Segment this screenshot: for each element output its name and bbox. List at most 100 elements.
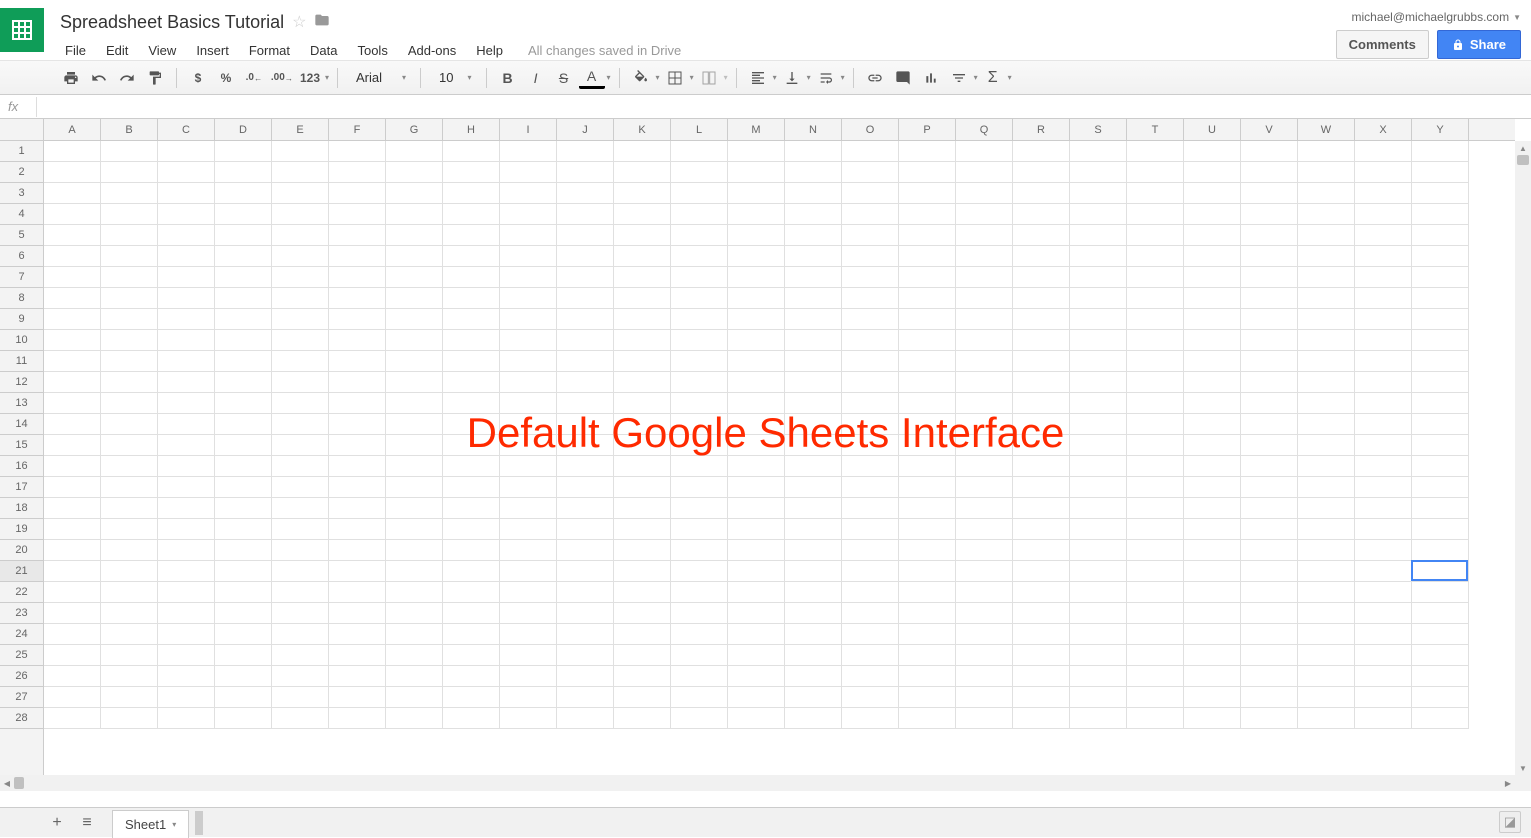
cell[interactable] [500,456,557,477]
column-header[interactable]: D [215,119,272,140]
row-header[interactable]: 28 [0,708,43,729]
cell[interactable] [386,288,443,309]
cell[interactable] [1241,267,1298,288]
cell[interactable] [386,666,443,687]
cell[interactable] [557,561,614,582]
cell[interactable] [101,456,158,477]
formula-input[interactable] [36,97,1523,117]
cell[interactable] [1241,582,1298,603]
user-account[interactable]: michael@michaelgrubbs.com ▼ [1352,10,1522,24]
cell[interactable] [215,183,272,204]
cell[interactable] [785,645,842,666]
menu-file[interactable]: File [56,39,95,62]
column-header[interactable]: W [1298,119,1355,140]
cell[interactable] [443,141,500,162]
cell[interactable] [1013,624,1070,645]
cell[interactable] [785,372,842,393]
cell[interactable] [386,330,443,351]
cell[interactable] [671,666,728,687]
cell[interactable] [1241,246,1298,267]
cell[interactable] [614,498,671,519]
cell[interactable] [1127,519,1184,540]
cell[interactable] [557,540,614,561]
cell[interactable] [785,393,842,414]
menu-format[interactable]: Format [240,39,299,62]
cell[interactable] [1070,477,1127,498]
cell[interactable] [1070,498,1127,519]
column-header[interactable]: F [329,119,386,140]
cell[interactable] [158,498,215,519]
cell[interactable] [785,267,842,288]
cell[interactable] [728,162,785,183]
cell[interactable] [785,540,842,561]
cell[interactable] [1184,414,1241,435]
cell[interactable] [272,162,329,183]
cell[interactable] [842,162,899,183]
cell[interactable] [614,561,671,582]
cell[interactable] [671,162,728,183]
cell[interactable] [614,456,671,477]
cell[interactable] [272,603,329,624]
cell[interactable] [1298,477,1355,498]
cell[interactable] [386,309,443,330]
column-header[interactable]: U [1184,119,1241,140]
select-all-corner[interactable] [0,119,44,141]
row-header[interactable]: 16 [0,456,43,477]
cell[interactable] [500,666,557,687]
cell[interactable] [1241,540,1298,561]
cell[interactable] [1013,687,1070,708]
cell[interactable] [1412,309,1469,330]
cell[interactable] [158,372,215,393]
cell[interactable] [671,183,728,204]
cell[interactable] [1355,351,1412,372]
row-header[interactable]: 8 [0,288,43,309]
cell[interactable] [1184,288,1241,309]
cell[interactable] [386,687,443,708]
cell[interactable] [1070,687,1127,708]
cell[interactable] [500,141,557,162]
cell[interactable] [1127,708,1184,729]
cell[interactable] [101,204,158,225]
cell[interactable] [215,603,272,624]
menu-tools[interactable]: Tools [348,39,396,62]
cell[interactable] [329,477,386,498]
cell[interactable] [1184,477,1241,498]
cell[interactable] [158,645,215,666]
row-header[interactable]: 27 [0,687,43,708]
format-currency[interactable]: $ [185,65,211,91]
cell[interactable] [443,183,500,204]
cell[interactable] [101,246,158,267]
cell[interactable] [1412,267,1469,288]
horizontal-scrollbar[interactable]: ◀ ▶ [0,775,1515,791]
cell[interactable] [1412,414,1469,435]
cell[interactable] [1355,582,1412,603]
cell[interactable] [671,372,728,393]
cell[interactable] [500,309,557,330]
cell[interactable] [158,204,215,225]
cell[interactable] [1127,456,1184,477]
star-icon[interactable]: ☆ [292,12,306,32]
cell[interactable] [1184,498,1241,519]
cell[interactable] [500,582,557,603]
cell[interactable] [1070,246,1127,267]
cell[interactable] [956,477,1013,498]
cell[interactable] [671,540,728,561]
cell[interactable] [1013,582,1070,603]
cell[interactable] [842,351,899,372]
cell[interactable] [671,561,728,582]
cell[interactable] [1013,708,1070,729]
cell[interactable] [1355,477,1412,498]
cell[interactable] [1298,372,1355,393]
row-header[interactable]: 17 [0,477,43,498]
cell[interactable] [386,246,443,267]
cell[interactable] [785,477,842,498]
vertical-align[interactable]: ▾ [779,65,811,91]
cell[interactable] [1184,309,1241,330]
cell[interactable] [728,477,785,498]
cell[interactable] [1241,456,1298,477]
menu-help[interactable]: Help [467,39,512,62]
cell[interactable] [899,540,956,561]
cell[interactable] [443,288,500,309]
cell[interactable] [329,708,386,729]
cell[interactable] [557,393,614,414]
